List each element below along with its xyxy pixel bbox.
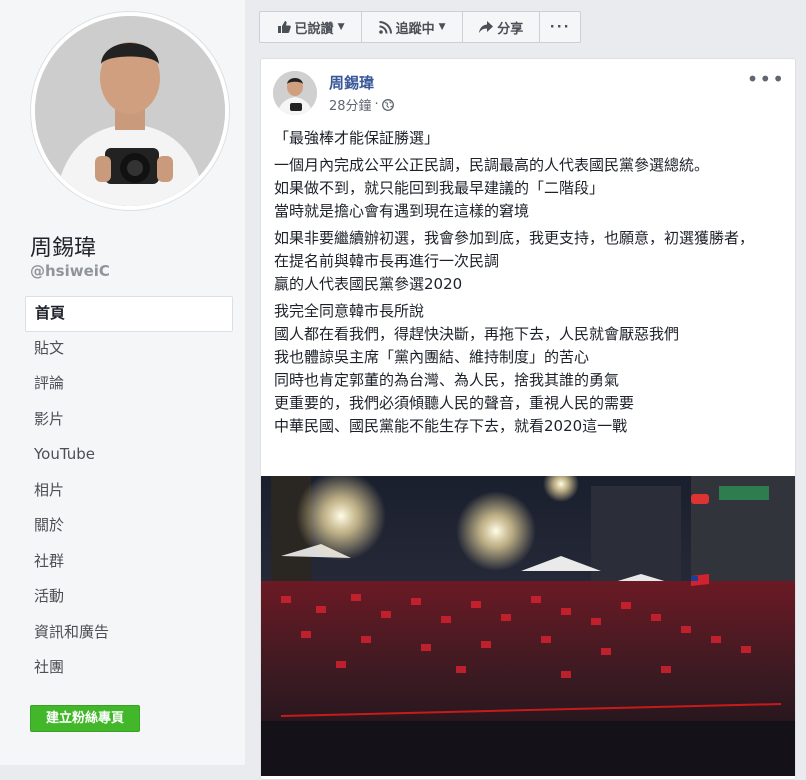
chevron-down-icon: ▼	[337, 22, 345, 32]
nav-item-groups[interactable]: 社團	[25, 651, 233, 687]
post-line: 一個月內完成公平公正民調，民調最高的人代表國民黨參選總統。	[274, 156, 710, 174]
post-paragraph: 如果非要繼續辦初選，我會參加到底，我更支持，也願意，初選獲勝者， 在提名前與韓市…	[274, 227, 786, 296]
post-line: 如果做不到，就只能回到我最早建議的「二階段」	[274, 179, 605, 197]
post-options-button[interactable]: •••	[747, 67, 785, 91]
globe-icon[interactable]	[381, 98, 394, 111]
more-options-button[interactable]: ···	[540, 12, 580, 42]
profile-picture-frame[interactable]	[31, 12, 229, 210]
post-photo[interactable]	[261, 476, 795, 776]
following-label: 追蹤中	[395, 21, 435, 37]
author-photo-illustration	[273, 71, 317, 115]
chevron-down-icon: ▼	[438, 22, 446, 32]
post-line: 更重要的，我們必須傾聽人民的聲音，重視人民的需要	[274, 394, 635, 412]
post-line: 「最強棒才能保証勝選」	[274, 129, 440, 147]
page-sidebar: 周錫瑋 @hsiweiC 首頁 貼文 評論 影片 YouTube 相片 關於 社…	[0, 0, 245, 765]
meta-separator: ·	[374, 97, 379, 112]
post-paragraph: 一個月內完成公平公正民調，民調最高的人代表國民黨參選總統。 如果做不到，就只能回…	[274, 154, 786, 223]
share-button[interactable]: 分享	[463, 12, 541, 42]
post-author-name[interactable]: 周錫瑋	[329, 72, 374, 93]
post-card: 周錫瑋 28分鐘 · ••• 「最強棒才能保証勝選」 一個月內完成公平公正民調，…	[260, 58, 796, 780]
liked-button[interactable]: 已說讚 ▼	[260, 12, 363, 42]
post-line: 我也體諒吳主席「黨內團結、維持制度」的苦心	[274, 348, 590, 366]
liked-label: 已說讚	[294, 21, 334, 37]
post-line: 在提名前與韓市長再進行一次民調	[274, 252, 500, 270]
nav-item-info-ads[interactable]: 資訊和廣告	[25, 616, 233, 652]
nav-item-youtube[interactable]: YouTube	[25, 438, 233, 474]
rally-crowd-photo	[261, 476, 795, 776]
share-label: 分享	[497, 21, 524, 37]
share-arrow-icon	[479, 21, 494, 33]
thumbs-up-icon	[277, 21, 291, 33]
post-text: 「最強棒才能保証勝選」 一個月內完成公平公正民調，民調最高的人代表國民黨參選總統…	[274, 127, 786, 442]
nav-item-home[interactable]: 首頁	[25, 296, 233, 332]
page-name[interactable]: 周錫瑋	[30, 230, 96, 262]
post-line: 如果非要繼續辦初選，我會參加到底，我更支持，也願意，初選獲勝者，	[274, 229, 755, 247]
post-line: 我完全同意韓市長所說	[274, 302, 425, 320]
post-paragraph: 「最強棒才能保証勝選」	[274, 127, 786, 150]
profile-photo-illustration	[35, 16, 225, 206]
post-author-avatar[interactable]	[273, 71, 317, 115]
post-line: 國人都在看我們，得趕快決斷，再拖下去，人民就會厭惡我們	[274, 325, 680, 343]
rss-icon	[378, 20, 392, 34]
page-action-bar: 已說讚 ▼ 追蹤中 ▼ 分享 ···	[259, 11, 581, 43]
page-nav: 首頁 貼文 評論 影片 YouTube 相片 關於 社群 活動 資訊和廣告 社團	[25, 296, 233, 687]
nav-item-reviews[interactable]: 評論	[25, 367, 233, 403]
post-line: 當時就是擔心會有遇到現在這樣的窘境	[274, 202, 530, 220]
nav-item-posts[interactable]: 貼文	[25, 332, 233, 368]
post-timestamp[interactable]: 28分鐘	[329, 95, 372, 114]
nav-item-photos[interactable]: 相片	[25, 474, 233, 510]
profile-picture	[35, 16, 225, 206]
nav-item-about[interactable]: 關於	[25, 509, 233, 545]
post-line: 同時也肯定郭董的為台灣、為人民，捨我其誰的勇氣	[274, 371, 620, 389]
nav-item-videos[interactable]: 影片	[25, 403, 233, 439]
page-username: @hsiweiC	[30, 262, 110, 280]
post-meta: 28分鐘 ·	[329, 95, 394, 114]
nav-item-community[interactable]: 社群	[25, 545, 233, 581]
post-line: 贏的人代表國民黨參選2020	[274, 275, 463, 293]
create-page-button[interactable]: 建立粉絲專頁	[30, 705, 140, 732]
post-paragraph: 我完全同意韓市長所說 國人都在看我們，得趕快決斷，再拖下去，人民就會厭惡我們 我…	[274, 300, 786, 438]
following-button[interactable]: 追蹤中 ▼	[362, 12, 464, 42]
nav-item-events[interactable]: 活動	[25, 580, 233, 616]
post-line: 中華民國、國民黨能不能生存下去，就看2020這一戰	[274, 417, 628, 435]
